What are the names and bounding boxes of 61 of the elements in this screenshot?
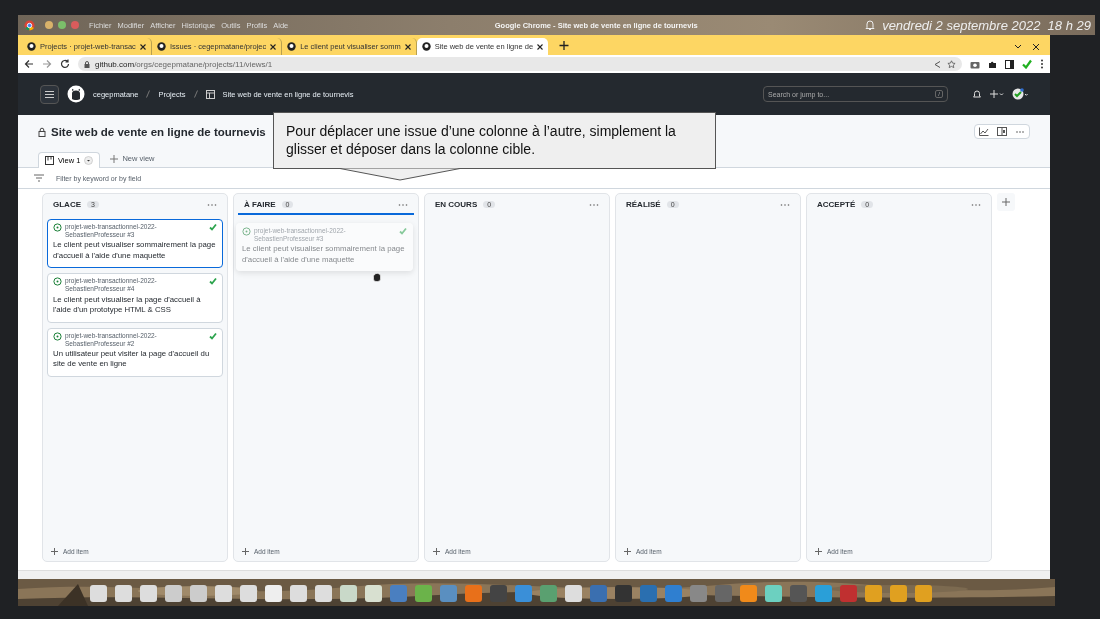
reload-icon[interactable]	[60, 59, 70, 69]
close-tab-icon[interactable]	[537, 43, 544, 50]
lock-icon	[38, 126, 46, 137]
column-title: ACCEPTÉ	[817, 200, 856, 209]
browser-logo-icon[interactable]	[24, 19, 35, 31]
scrollbar[interactable]	[18, 570, 1050, 579]
dropdown-caret-icon[interactable]	[84, 156, 94, 165]
check-icon	[209, 223, 217, 231]
column-title: RÉALISÉ	[626, 200, 661, 209]
github-icon	[421, 42, 431, 51]
separator-icon	[193, 90, 198, 98]
plus-icon	[624, 548, 631, 555]
plus-icon	[1002, 198, 1010, 206]
side-panel-icon[interactable]	[1005, 59, 1014, 69]
maximize-icon[interactable]	[58, 21, 66, 29]
column-title: GLACE	[53, 200, 81, 209]
plus-icon	[815, 548, 822, 555]
github-icon	[27, 42, 36, 51]
check-icon	[399, 227, 407, 235]
board-icon	[45, 156, 54, 165]
star-icon[interactable]	[947, 59, 956, 69]
plus-caret-icon[interactable]	[990, 89, 1004, 99]
add-column-button[interactable]	[997, 193, 1015, 211]
cat-logo-icon[interactable]	[67, 85, 85, 103]
lock-icon	[84, 60, 90, 68]
check-icon	[209, 277, 217, 286]
bell-icon[interactable]	[972, 89, 982, 99]
grab-cursor-icon	[372, 272, 382, 282]
plus-icon	[433, 548, 440, 555]
column-title: À FAIRE	[244, 200, 276, 209]
address-bar[interactable]: github.com/orgs/cegepmatane/projects/11/views/1	[78, 57, 962, 71]
separator-icon	[146, 90, 151, 98]
minimize-icon[interactable]	[45, 21, 53, 29]
close-tab-icon[interactable]	[404, 43, 411, 50]
open-issue-icon	[53, 223, 62, 232]
close-tab-icon[interactable]	[139, 43, 146, 50]
back-icon[interactable]	[24, 59, 34, 69]
clock: vendredi 2 septembre 2022 18 h 29	[882, 17, 1092, 33]
menu-button[interactable]	[40, 84, 59, 104]
github-icon	[156, 42, 166, 51]
table-icon	[205, 89, 215, 99]
project-title: Site web de vente en ligne de tournevis	[51, 125, 266, 138]
check-extension-icon[interactable]	[1022, 59, 1032, 69]
open-issue-icon	[53, 331, 62, 341]
plus-icon	[110, 154, 119, 163]
open-issue-icon	[242, 227, 251, 236]
avatar-icon[interactable]	[1012, 88, 1028, 100]
camera-icon[interactable]	[970, 59, 980, 69]
github-icon	[287, 42, 297, 51]
plus-icon	[242, 548, 249, 555]
plus-icon	[51, 548, 58, 555]
url-text: github.com/orgs/cegepmatane/projects/11/views/1	[95, 59, 273, 69]
filter-icon[interactable]	[34, 174, 44, 182]
more-icon[interactable]	[1040, 59, 1044, 69]
share-icon[interactable]	[933, 59, 942, 69]
forward-icon[interactable]	[42, 59, 52, 69]
hamburger-icon	[45, 90, 54, 98]
check-icon	[209, 331, 217, 340]
open-issue-icon	[53, 277, 62, 287]
column-title: EN COURS	[435, 200, 478, 209]
close-tab-icon[interactable]	[270, 43, 277, 50]
